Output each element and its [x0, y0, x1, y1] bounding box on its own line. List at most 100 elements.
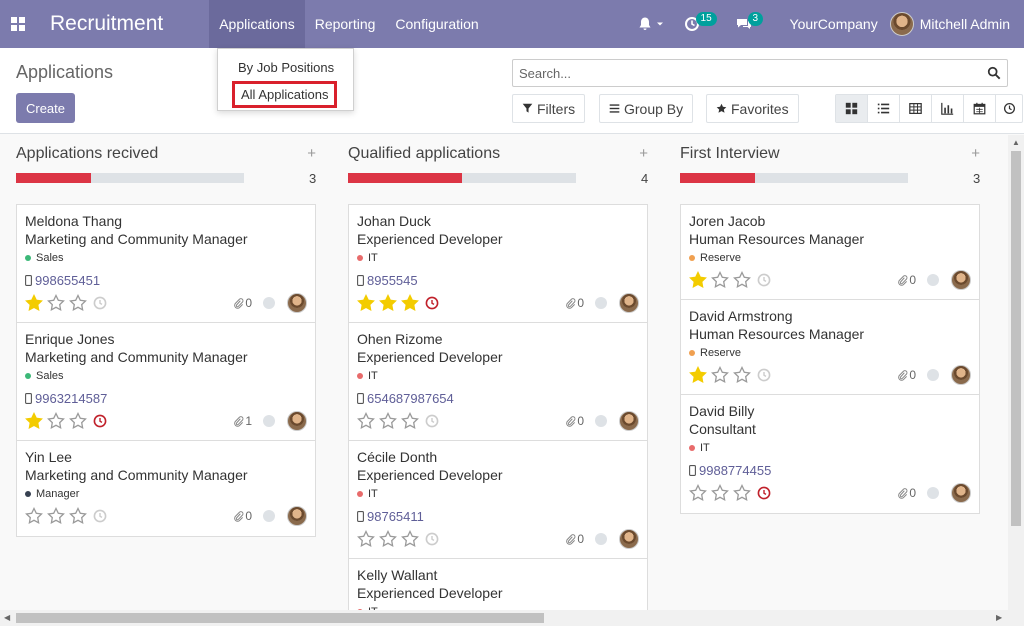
kanban-state-dot[interactable]: [595, 415, 607, 427]
menu-applications[interactable]: Applications: [209, 0, 305, 48]
star-filled-icon[interactable]: [689, 366, 707, 384]
attachment-count[interactable]: 0: [897, 273, 916, 287]
column-progress-bar[interactable]: [16, 173, 244, 183]
star-filled-icon[interactable]: [379, 294, 397, 312]
kanban-card[interactable]: Ohen Rizome Experienced Developer IT 654687…: [349, 323, 647, 441]
star-empty-icon[interactable]: [733, 366, 751, 384]
company-switcher[interactable]: YourCompany: [778, 16, 890, 32]
scroll-left-arrow[interactable]: ◀: [4, 613, 10, 622]
create-button[interactable]: Create: [16, 93, 75, 123]
kanban-card[interactable]: Johan Duck Experienced Developer IT 8955545…: [349, 205, 647, 323]
star-empty-icon[interactable]: [689, 484, 707, 502]
attachment-count[interactable]: 0: [565, 414, 584, 428]
activity-clock-icon[interactable]: [425, 532, 439, 546]
star-empty-icon[interactable]: [69, 412, 87, 430]
phone-link[interactable]: 8955545: [357, 273, 418, 288]
group-by-button[interactable]: Group By: [599, 94, 694, 123]
overdue-activity-clock-icon[interactable]: [757, 486, 771, 500]
star-filled-icon[interactable]: [689, 271, 707, 289]
kanban-state-dot[interactable]: [263, 297, 275, 309]
kanban-card[interactable]: David Billy Consultant IT 9988774455 0: [681, 395, 979, 513]
scroll-right-arrow[interactable]: ▶: [996, 613, 1002, 622]
apps-menu-icon[interactable]: [0, 0, 36, 48]
star-empty-icon[interactable]: [733, 271, 751, 289]
calendar-view-button[interactable]: [964, 95, 996, 122]
activity-menu[interactable]: 15: [674, 0, 726, 48]
attachment-count[interactable]: 0: [897, 486, 916, 500]
column-title[interactable]: First Interview: [680, 145, 780, 163]
horizontal-scroll-thumb[interactable]: [16, 613, 544, 623]
attachment-count[interactable]: 0: [897, 368, 916, 382]
kanban-card[interactable]: Cécile Donth Experienced Developer IT 98765…: [349, 441, 647, 559]
assignee-avatar[interactable]: [287, 293, 307, 313]
activity-clock-icon[interactable]: [425, 414, 439, 428]
phone-link[interactable]: 9963214587: [25, 391, 107, 406]
star-empty-icon[interactable]: [357, 530, 375, 548]
kanban-card[interactable]: Meldona Thang Marketing and Community Man…: [17, 205, 315, 323]
star-filled-icon[interactable]: [357, 294, 375, 312]
star-empty-icon[interactable]: [733, 484, 751, 502]
assignee-avatar[interactable]: [951, 365, 971, 385]
assignee-avatar[interactable]: [287, 506, 307, 526]
star-filled-icon[interactable]: [25, 294, 43, 312]
phone-link[interactable]: 654687987654: [357, 391, 454, 406]
phone-link[interactable]: 9988774455: [689, 463, 771, 478]
assignee-avatar[interactable]: [951, 483, 971, 503]
star-empty-icon[interactable]: [711, 366, 729, 384]
notification-bell[interactable]: [627, 0, 674, 48]
star-empty-icon[interactable]: [69, 507, 87, 525]
activity-clock-icon[interactable]: [757, 368, 771, 382]
pivot-view-button[interactable]: [900, 95, 932, 122]
star-empty-icon[interactable]: [25, 507, 43, 525]
activity-clock-icon[interactable]: [93, 509, 107, 523]
star-empty-icon[interactable]: [69, 294, 87, 312]
column-title[interactable]: Applications recived: [16, 145, 158, 163]
attachment-count[interactable]: 1: [233, 414, 252, 428]
phone-link[interactable]: 998655451: [25, 273, 100, 288]
star-empty-icon[interactable]: [711, 271, 729, 289]
vertical-scroll-thumb[interactable]: [1011, 151, 1021, 526]
star-empty-icon[interactable]: [711, 484, 729, 502]
add-card-plus-icon[interactable]: +: [639, 145, 648, 162]
search-input[interactable]: [513, 60, 973, 86]
attachment-count[interactable]: 0: [233, 509, 252, 523]
add-card-plus-icon[interactable]: +: [971, 145, 980, 162]
column-progress-bar[interactable]: [680, 173, 908, 183]
assignee-avatar[interactable]: [619, 411, 639, 431]
star-empty-icon[interactable]: [401, 412, 419, 430]
attachment-count[interactable]: 0: [565, 296, 584, 310]
kanban-state-dot[interactable]: [263, 415, 275, 427]
kanban-card[interactable]: Yin Lee Marketing and Community Manager Ma…: [17, 441, 315, 536]
star-empty-icon[interactable]: [379, 412, 397, 430]
graph-view-button[interactable]: [932, 95, 964, 122]
kanban-state-dot[interactable]: [927, 487, 939, 499]
user-menu[interactable]: Mitchell Admin: [889, 12, 1024, 36]
star-empty-icon[interactable]: [379, 530, 397, 548]
assignee-avatar[interactable]: [619, 529, 639, 549]
kanban-card[interactable]: David Armstrong Human Resources Manager Re…: [681, 300, 979, 395]
scroll-up-arrow[interactable]: ▲: [1012, 138, 1020, 147]
app-name[interactable]: Recruitment: [50, 12, 163, 36]
favorites-button[interactable]: Favorites: [706, 94, 799, 123]
assignee-avatar[interactable]: [619, 293, 639, 313]
star-empty-icon[interactable]: [47, 294, 65, 312]
activity-clock-icon[interactable]: [93, 296, 107, 310]
search-icon[interactable]: [987, 66, 1001, 80]
kanban-card[interactable]: Enrique Jones Marketing and Community Man…: [17, 323, 315, 441]
list-view-button[interactable]: [868, 95, 900, 122]
overdue-activity-clock-icon[interactable]: [425, 296, 439, 310]
vertical-scrollbar[interactable]: ▲: [1008, 135, 1024, 610]
star-filled-icon[interactable]: [401, 294, 419, 312]
horizontal-scrollbar[interactable]: ◀ ▶: [0, 610, 1024, 626]
overdue-activity-clock-icon[interactable]: [93, 414, 107, 428]
attachment-count[interactable]: 0: [565, 532, 584, 546]
activity-clock-icon[interactable]: [757, 273, 771, 287]
assignee-avatar[interactable]: [951, 270, 971, 290]
kanban-state-dot[interactable]: [927, 369, 939, 381]
menu-all-applications[interactable]: All Applications: [232, 81, 338, 108]
kanban-card[interactable]: Kelly WallantExperienced DeveloperIT0: [349, 559, 647, 610]
messaging-menu[interactable]: 3: [726, 0, 778, 48]
menu-by-job-positions[interactable]: By Job Positions: [238, 60, 334, 75]
column-title[interactable]: Qualified applications: [348, 145, 500, 163]
filters-button[interactable]: Filters: [512, 94, 586, 123]
